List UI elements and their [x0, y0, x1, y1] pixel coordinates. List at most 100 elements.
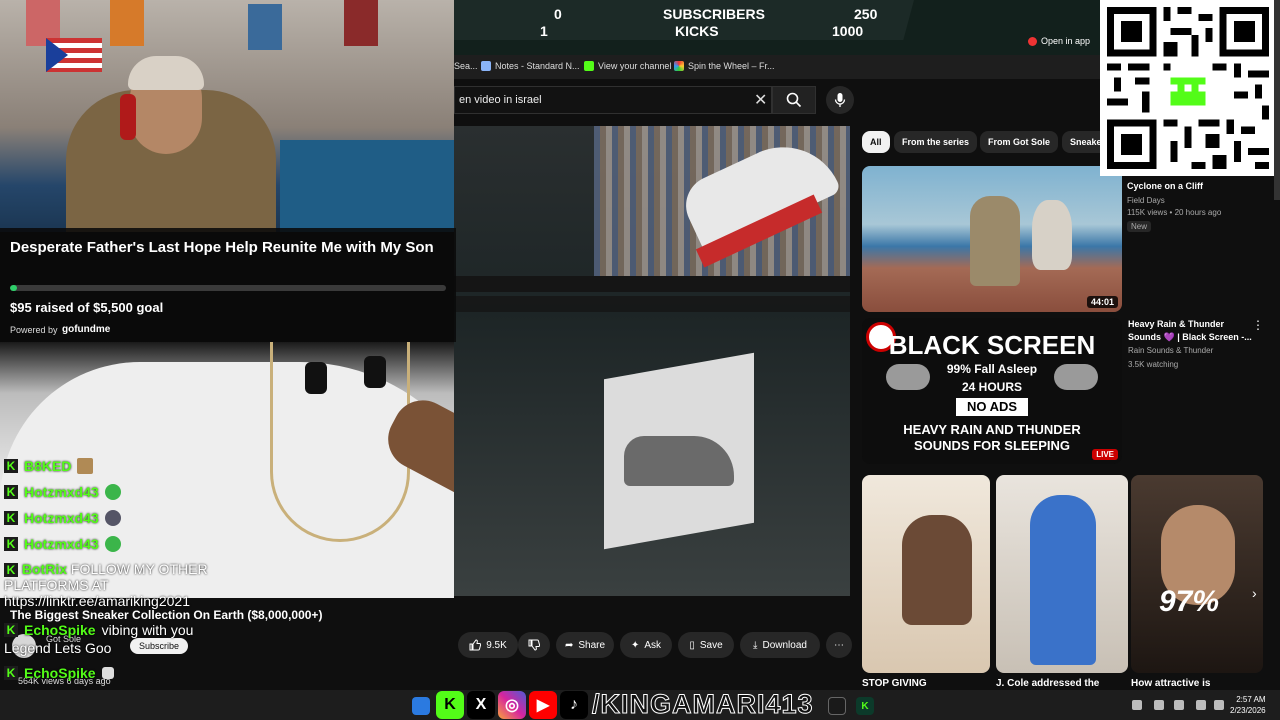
kick-badge-icon: K — [4, 511, 18, 525]
kick-badge-icon: K — [4, 537, 18, 551]
chevron-right-icon[interactable]: › — [1252, 585, 1257, 601]
chat-text: vibing with you — [101, 622, 194, 638]
recommendation-channel[interactable]: Rain Sounds & Thunder — [1128, 345, 1213, 357]
fundraiser-widget: Desperate Father's Last Hope Help Reunit… — [0, 228, 456, 342]
kick-badge-icon: K — [4, 485, 18, 499]
chip-all[interactable]: All — [862, 131, 890, 153]
download-icon: ⤓ — [753, 639, 758, 651]
chat-username: EchoSpike — [24, 665, 96, 681]
bookmark-label: Spin the Wheel – Fr... — [688, 61, 775, 71]
ask-label: Ask — [644, 639, 662, 651]
video-player[interactable] — [454, 126, 850, 596]
thumb-text: 24 HOURS — [961, 380, 1023, 394]
kick-badge-icon: K — [4, 459, 18, 473]
save-button[interactable]: ▯ Save — [678, 632, 734, 658]
wall-poster — [344, 0, 378, 46]
microphone-icon — [834, 93, 846, 107]
more-vertical-icon[interactable]: ⋮ — [1252, 318, 1264, 332]
kicks-label: KICKS — [675, 23, 719, 39]
system-clock[interactable]: 2:57 AM 2/23/2026 — [1230, 694, 1266, 716]
search-button[interactable] — [772, 86, 816, 114]
bookmark-label: Sea... — [454, 61, 478, 71]
voice-search-button[interactable] — [826, 86, 854, 114]
wall-poster — [248, 4, 282, 50]
short-thumbnail[interactable] — [996, 475, 1128, 673]
chat-username: B8KED — [24, 458, 72, 474]
chat-message: K B8KED — [4, 458, 94, 474]
wifi-icon[interactable] — [1196, 700, 1206, 710]
recommendation-channel[interactable]: Field Days — [1127, 195, 1165, 207]
hands-emote-icon — [101, 667, 114, 679]
chat-message: K Hotzmxd43 — [4, 536, 121, 552]
tray-app-icon[interactable] — [1154, 700, 1164, 710]
more-actions-button[interactable]: ⋯ — [826, 632, 852, 658]
search-input[interactable]: en video in israel — [454, 86, 772, 114]
kicks-goal: 1000 — [832, 23, 864, 39]
ask-button[interactable]: ✦ Ask — [620, 632, 672, 658]
thumb-text: BLACK SCREEN — [888, 330, 1096, 360]
dislike-button[interactable] — [518, 632, 550, 658]
tiktok-icon: ♪ — [560, 691, 588, 719]
chat-message: K EchoSpike vibing with you — [4, 622, 193, 638]
youtube-icon: ▶ — [529, 691, 557, 719]
fundraiser-progress-fill — [10, 285, 18, 291]
bookmark-label: Notes - Standard N... — [495, 61, 580, 71]
qr-code-image — [1100, 0, 1276, 176]
green-emote-icon — [104, 536, 121, 552]
scrollbar[interactable] — [1274, 0, 1280, 200]
short-thumbnail[interactable]: 97% — [1131, 475, 1263, 673]
powered-by-label: Powered by — [10, 325, 58, 335]
streamer-cap — [128, 56, 204, 90]
download-button[interactable]: ⤓ Download — [740, 632, 820, 658]
short-caption[interactable]: How attractive is — [1131, 678, 1210, 689]
social-handle: /KINGAMARI413 — [592, 689, 814, 720]
microphone-icon[interactable] — [1174, 700, 1184, 710]
app-icon[interactable] — [828, 697, 846, 715]
short-overlay-text: 97% — [1159, 585, 1220, 618]
kick-app-icon[interactable]: K — [856, 697, 874, 715]
fisherman — [970, 196, 1020, 286]
qr-code — [1100, 0, 1276, 176]
bookmark-item[interactable]: Notes - Standard N... — [481, 61, 580, 71]
short-caption[interactable]: J. Cole addressed the — [996, 678, 1099, 689]
thumb-text: HEAVY RAIN AND THUNDER — [903, 422, 1081, 437]
chat-username: BotRix — [21, 561, 68, 577]
more-horizontal-icon: ⋯ — [834, 639, 844, 651]
search-icon — [786, 92, 802, 108]
share-label: Share — [578, 639, 606, 651]
short-caption[interactable]: STOP GIVING — [862, 678, 927, 689]
chat-message: K Hotzmxd43 — [4, 484, 121, 500]
kick-badge-icon: K — [4, 666, 18, 680]
bed — [280, 140, 454, 232]
volume-icon[interactable] — [1214, 700, 1224, 710]
live-badge: LIVE — [1092, 449, 1118, 460]
recommendation-thumbnail[interactable]: 44:01 — [862, 166, 1122, 312]
recommendation-meta: 3.5K watching — [1128, 360, 1179, 369]
chip-from-series[interactable]: From the series — [894, 131, 978, 153]
chat-message: K BotRix FOLLOW MY OTHER PLATFORMS AT ht… — [4, 561, 254, 609]
recommendation-thumbnail[interactable]: BLACK SCREEN 99% Fall Asleep 24 HOURS NO… — [862, 318, 1122, 464]
short-thumbnail[interactable] — [862, 475, 990, 673]
clock-date: 2/23/2026 — [1230, 706, 1266, 715]
tray-chevron-icon[interactable] — [1132, 700, 1142, 710]
recommendation-title[interactable]: Heavy Rain & Thunder Sounds 💜 | Black Sc… — [1128, 318, 1252, 344]
windows-start-icon[interactable] — [412, 697, 430, 715]
thumbs-up-icon — [469, 639, 482, 651]
share-button[interactable]: ➦ Share — [556, 632, 614, 658]
like-button[interactable]: 9.5K — [458, 632, 518, 658]
chip-from-channel[interactable]: From Got Sole — [980, 131, 1059, 153]
open-in-app-button[interactable]: Open in app — [1028, 36, 1090, 46]
thumb-text: SOUNDS FOR SLEEPING — [913, 438, 1071, 453]
subscribers-current: 0 — [554, 6, 562, 22]
share-icon: ➦ — [564, 639, 574, 651]
bookmark-icon: ▯ — [689, 639, 695, 651]
close-icon[interactable]: ✕ — [754, 90, 767, 110]
bookmark-item[interactable]: View your channel — [584, 61, 671, 71]
fundraiser-raised: $95 raised of $5,500 goal — [10, 300, 164, 315]
recommendation-title[interactable]: Cyclone on a Cliff — [1127, 180, 1267, 193]
subscribers-label: SUBSCRIBERS — [663, 6, 765, 22]
kick-icon — [584, 61, 594, 71]
video-duration: 44:01 — [1086, 296, 1118, 308]
bookmark-item[interactable]: Sea... — [454, 61, 478, 71]
bookmark-item[interactable]: Spin the Wheel – Fr... — [674, 61, 775, 71]
